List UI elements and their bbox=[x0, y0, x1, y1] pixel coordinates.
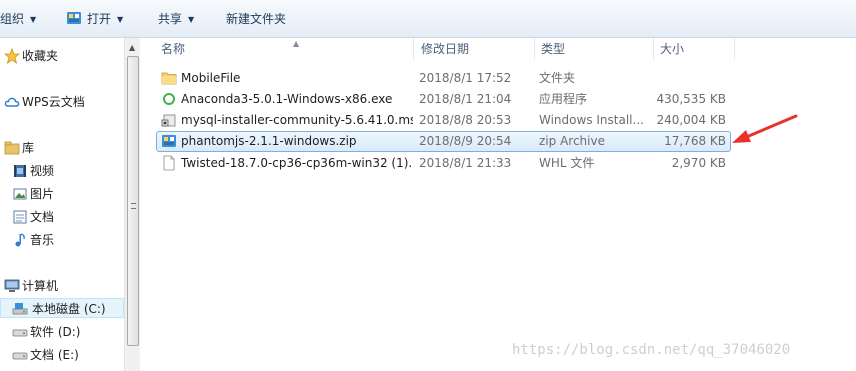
column-header-label: 修改日期 bbox=[421, 42, 470, 56]
msi-installer-icon bbox=[161, 114, 176, 127]
column-header-label: 大小 bbox=[660, 42, 685, 56]
folder-icon bbox=[161, 72, 177, 85]
column-header-row: ▲ 名称 修改日期 类型 大小 bbox=[141, 38, 856, 60]
open-icon bbox=[67, 12, 81, 24]
file-size: 2,970 KB bbox=[671, 156, 726, 170]
file-type: WHL 文件 bbox=[539, 156, 595, 170]
chevron-down-icon: ▼ bbox=[30, 15, 37, 24]
column-header-label: 类型 bbox=[541, 42, 566, 56]
share-menu-button[interactable]: 共享 ▼ bbox=[158, 9, 194, 29]
file-type: Windows Install... bbox=[539, 113, 644, 127]
nav-item-label: 收藏夹 bbox=[22, 49, 59, 63]
cloud-icon bbox=[4, 97, 20, 107]
file-row[interactable]: MobileFile 2018/8/1 17:52 文件夹 bbox=[156, 68, 731, 89]
music-note-icon bbox=[15, 233, 25, 247]
open-button[interactable]: 打开 ▼ bbox=[66, 9, 123, 29]
new-folder-label: 新建文件夹 bbox=[226, 12, 287, 26]
chevron-down-icon: ▼ bbox=[117, 15, 124, 24]
picture-icon bbox=[13, 188, 27, 200]
anaconda-icon bbox=[163, 93, 175, 105]
file-name: MobileFile bbox=[181, 71, 241, 85]
open-label: 打开 bbox=[87, 12, 112, 26]
column-header-type[interactable]: 类型 bbox=[535, 38, 654, 60]
drive-icon bbox=[12, 303, 28, 315]
file-name: phantomjs-2.1.1-windows.zip bbox=[181, 134, 357, 148]
file-size: 240,004 KB bbox=[656, 113, 726, 127]
scrollbar-thumb[interactable] bbox=[127, 56, 139, 346]
nav-item-label: 软件 (D:) bbox=[30, 325, 81, 339]
nav-item-label: 文档 (E:) bbox=[30, 348, 79, 362]
nav-item-drive-c[interactable]: 本地磁盘 (C:) bbox=[0, 298, 124, 318]
command-bar: 组织 ▼ 打开 ▼ 共享 ▼ 新建文件夹 bbox=[0, 0, 856, 38]
nav-item-label: 计算机 bbox=[22, 279, 59, 293]
computer-icon bbox=[4, 279, 20, 292]
annotation-arrow-icon bbox=[732, 114, 798, 143]
file-icon bbox=[163, 155, 175, 171]
file-date: 2018/8/8 20:53 bbox=[419, 113, 512, 127]
drive-icon bbox=[12, 352, 28, 360]
file-row-selected[interactable]: phantomjs-2.1.1-windows.zip 2018/8/9 20:… bbox=[156, 131, 731, 152]
column-header-name[interactable]: ▲ 名称 bbox=[155, 38, 414, 60]
navigation-scrollbar[interactable]: ▲ bbox=[124, 38, 140, 371]
organize-menu-button[interactable]: 组织 ▼ bbox=[0, 9, 36, 29]
watermark: https://blog.csdn.net/qq_37046020 bbox=[512, 342, 791, 358]
navigation-pane: 收藏夹 WPS云文档 库 视频 图片 文档 音乐 计算机 本地磁盘 (C:) 软… bbox=[0, 38, 124, 371]
file-date: 2018/8/1 21:33 bbox=[419, 156, 512, 170]
file-name: Twisted-18.7.0-cp36-cp36m-win32 (1)... bbox=[181, 156, 413, 170]
share-label: 共享 bbox=[158, 12, 183, 26]
nav-item-label: WPS云文档 bbox=[22, 95, 85, 109]
file-date: 2018/8/1 17:52 bbox=[419, 71, 512, 85]
grip-icon bbox=[131, 203, 136, 209]
file-list: ▲ 名称 修改日期 类型 大小 MobileFile 2018/8/1 17:5… bbox=[141, 38, 856, 371]
star-icon bbox=[4, 48, 20, 64]
file-row[interactable]: mysql-installer-community-5.6.41.0.msi 2… bbox=[156, 110, 731, 131]
file-type: 应用程序 bbox=[539, 92, 588, 106]
file-row[interactable]: Anaconda3-5.0.1-Windows-x86.exe 2018/8/1… bbox=[156, 89, 731, 110]
library-icon bbox=[4, 141, 20, 155]
new-folder-button[interactable]: 新建文件夹 bbox=[226, 9, 286, 29]
nav-item-label: 文档 bbox=[30, 210, 55, 224]
column-header-label: 名称 bbox=[161, 42, 186, 56]
file-row[interactable]: Twisted-18.7.0-cp36-cp36m-win32 (1)... 2… bbox=[156, 153, 731, 174]
file-type: 文件夹 bbox=[539, 71, 576, 85]
chevron-down-icon: ▼ bbox=[188, 15, 195, 24]
file-type: zip Archive bbox=[539, 134, 605, 148]
column-header-size[interactable]: 大小 bbox=[654, 38, 735, 60]
video-icon bbox=[14, 165, 26, 177]
document-icon bbox=[13, 210, 27, 224]
column-header-date[interactable]: 修改日期 bbox=[415, 38, 535, 60]
organize-label: 组织 bbox=[0, 12, 25, 26]
file-name: Anaconda3-5.0.1-Windows-x86.exe bbox=[181, 92, 393, 106]
scroll-up-arrow-icon[interactable]: ▲ bbox=[129, 43, 135, 52]
zip-archive-icon bbox=[162, 135, 176, 147]
file-date: 2018/8/9 20:54 bbox=[419, 134, 512, 148]
nav-item-label: 本地磁盘 (C:) bbox=[32, 302, 106, 316]
nav-item-label: 库 bbox=[22, 141, 35, 155]
sort-ascending-icon: ▲ bbox=[293, 39, 300, 48]
file-date: 2018/8/1 21:04 bbox=[419, 92, 512, 106]
nav-item-label: 图片 bbox=[30, 187, 55, 201]
file-size: 17,768 KB bbox=[664, 134, 726, 148]
nav-item-label: 视频 bbox=[30, 164, 55, 178]
file-size: 430,535 KB bbox=[656, 92, 726, 106]
drive-icon bbox=[12, 329, 28, 337]
file-name: mysql-installer-community-5.6.41.0.msi bbox=[181, 113, 413, 127]
nav-item-label: 音乐 bbox=[30, 233, 55, 247]
